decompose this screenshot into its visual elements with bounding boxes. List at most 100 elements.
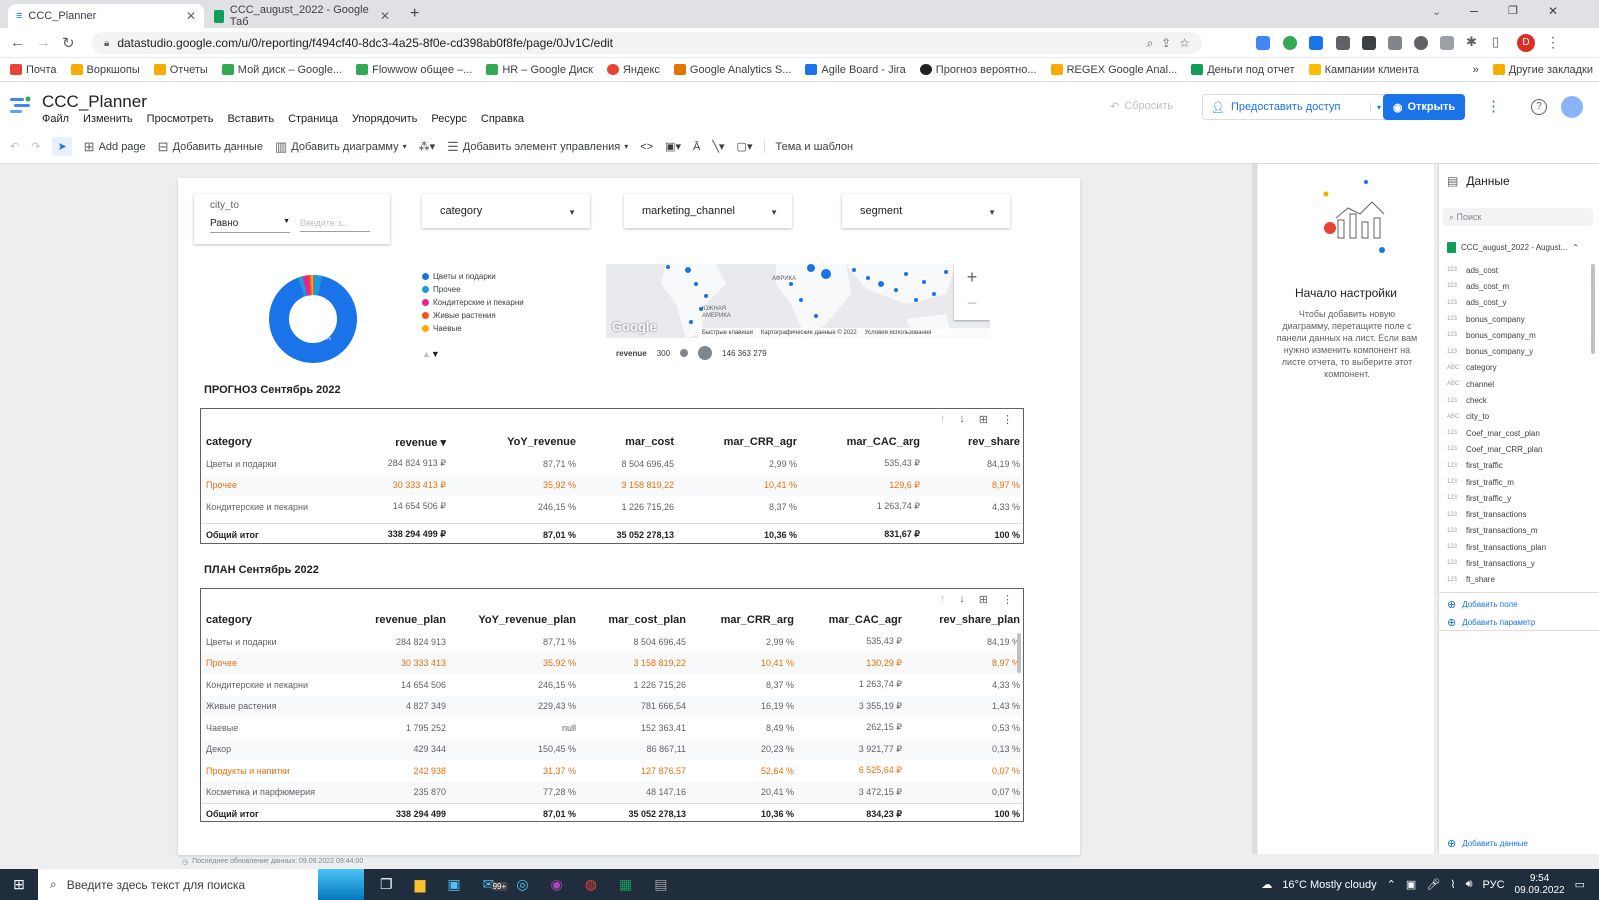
drill-down-icon[interactable]: ⊞ <box>979 413 988 426</box>
add-control-button[interactable]: ☰ Добавить элемент управления ▾ <box>447 139 628 155</box>
extension-icon[interactable] <box>1388 36 1402 50</box>
city-value-input[interactable]: Введите з... <box>300 218 370 232</box>
extension-icon[interactable] <box>1309 36 1323 50</box>
menu-insert[interactable]: Вставить <box>227 113 274 125</box>
table-row[interactable]: Прочее 30 333 413 35,92 % 3 158 819,22 10,41… <box>201 652 1023 674</box>
column-header[interactable]: mar_CAC_agr <box>799 609 907 631</box>
arrow-up-icon[interactable]: ↑ <box>940 413 946 426</box>
account-avatar[interactable] <box>1561 96 1583 118</box>
data-source-row[interactable]: CCC_august_2022 - August... ⌃ <box>1447 242 1579 253</box>
data-field-item[interactable]: 123 bonus_company <box>1439 311 1589 327</box>
view-button[interactable]: ◉ Открыть <box>1383 94 1465 120</box>
extension-icon[interactable] <box>1362 36 1376 50</box>
drill-down-icon[interactable]: ⊞ <box>979 593 988 606</box>
column-header[interactable]: mar_CRR_arg <box>691 609 799 631</box>
theme-button[interactable]: Тема и шаблон <box>764 140 853 153</box>
column-header[interactable]: mar_CRR_agr <box>679 431 802 453</box>
menu-file[interactable]: Файл <box>42 113 69 125</box>
data-field-item[interactable]: 123 bonus_company_y <box>1439 343 1589 359</box>
other-bookmarks[interactable]: Другие закладки <box>1492 64 1593 76</box>
table-row[interactable]: Цветы и подарки 284 824 913 87,71 % 8 504 6… <box>201 631 1023 653</box>
bookmark-item[interactable]: REGEX Google Anal... <box>1050 64 1177 76</box>
data-field-item[interactable]: ABC category <box>1439 360 1589 376</box>
column-header[interactable]: YoY_revenue <box>451 431 581 453</box>
keyboard-shortcuts-link[interactable]: Быстрые клавиши <box>702 328 753 338</box>
menu-help[interactable]: Справка <box>481 113 524 125</box>
forward-icon[interactable]: → <box>36 34 51 51</box>
zoom-icon[interactable]: ⌕ <box>1146 36 1153 51</box>
share-page-icon[interactable]: ⇪ <box>1161 36 1171 50</box>
data-field-item[interactable]: 123 first_traffic_y <box>1439 490 1589 506</box>
volume-icon[interactable]: 🔊︎ <box>1466 878 1473 891</box>
bookmark-item[interactable]: Деньги под отчет <box>1191 64 1295 76</box>
more-bookmarks-icon[interactable]: » <box>1473 64 1479 76</box>
community-viz-icon[interactable]: ⁂▾ <box>419 140 436 153</box>
legend-pager-icon[interactable]: ▲▼ <box>422 349 440 359</box>
store-icon[interactable]: ▣ <box>447 876 460 893</box>
zoom-out-icon[interactable]: − <box>954 290 990 316</box>
embed-code-icon[interactable]: <> <box>640 141 653 153</box>
bookmark-item[interactable]: Flowwow общее –... <box>356 64 472 76</box>
panel-scrollbar[interactable] <box>1252 164 1257 854</box>
add-page-button[interactable]: ⊞ Add page <box>84 139 146 155</box>
data-field-item[interactable]: 123 first_transactions <box>1439 506 1589 522</box>
restore-icon[interactable]: ❐ <box>1508 4 1518 17</box>
column-header[interactable]: category <box>201 609 351 631</box>
extension-icon[interactable] <box>1336 36 1350 50</box>
calculator-icon[interactable]: ▤ <box>654 876 667 893</box>
add-field-button[interactable]: ⊕ Добавить поле <box>1447 598 1518 611</box>
terms-link[interactable]: Условия использования <box>865 328 932 338</box>
zoom-in-icon[interactable]: + <box>954 264 990 290</box>
table-row[interactable]: Прочее 30 333 413 ₽35,92 % 3 158 819,22 10,… <box>201 474 1023 496</box>
notifications-icon[interactable]: ▭ <box>1575 878 1585 891</box>
new-tab-icon[interactable]: + <box>410 5 419 23</box>
column-header[interactable]: revenue ▾ <box>351 431 451 453</box>
profile-avatar[interactable]: D <box>1517 34 1535 52</box>
url-input[interactable]: 🔒︎ datastudio.google.com/u/0/reporting/f… <box>92 32 1202 54</box>
tab-search-icon[interactable]: ⌄ <box>1432 5 1441 18</box>
shape-icon[interactable]: ▢▾ <box>737 140 753 153</box>
bookmark-item[interactable]: Отчеты <box>153 64 208 76</box>
tray-chevron-icon[interactable]: ⌃ <box>1387 878 1396 891</box>
taskbar-search-input[interactable]: ⌕ Введите здесь текст для поиска <box>38 869 318 900</box>
more-options-icon[interactable]: ⋮ <box>1002 593 1013 606</box>
more-options-icon[interactable]: ⋮ <box>1002 413 1013 426</box>
language-indicator[interactable]: РУС <box>1483 879 1505 891</box>
legend-item[interactable]: Живые растения <box>422 311 524 320</box>
reset-button[interactable]: ↶ Сбросить <box>1110 100 1173 113</box>
menu-view[interactable]: Просмотреть <box>147 113 214 125</box>
side-panel-icon[interactable]: ▯ <box>1492 34 1499 50</box>
weather-text[interactable]: 16°C Mostly cloudy <box>1282 879 1376 891</box>
data-field-item[interactable]: 123 bonus_company_m <box>1439 327 1589 343</box>
arrow-up-icon[interactable]: ↑ <box>940 593 946 606</box>
undo-icon[interactable]: ↶ <box>10 140 19 153</box>
data-field-item[interactable]: 123 Coef_mar_CRR_plan <box>1439 441 1589 457</box>
extensions-puzzle-icon[interactable]: ✱ <box>1466 34 1477 50</box>
close-tab-icon[interactable]: ✕ <box>186 9 196 23</box>
data-field-item[interactable]: 123 first_traffic_m <box>1439 474 1589 490</box>
bookmark-item[interactable]: Google Analytics S... <box>673 64 791 76</box>
table-scrollbar[interactable] <box>1017 633 1021 673</box>
legend-item[interactable]: Цветы и подарки <box>422 272 524 281</box>
column-header[interactable]: YoY_revenue_plan <box>451 609 581 631</box>
field-list-scrollbar[interactable] <box>1591 264 1595 354</box>
menu-edit[interactable]: Изменить <box>83 113 133 125</box>
data-field-item[interactable]: 123 ft_share <box>1439 572 1589 588</box>
extension-translate-icon[interactable] <box>1256 36 1270 50</box>
chrome-icon[interactable]: ◍ <box>585 876 597 893</box>
line-icon[interactable]: ╲▾ <box>712 140 724 153</box>
looker-studio-logo-icon[interactable] <box>10 96 32 116</box>
minimize-icon[interactable]: – <box>1470 2 1478 18</box>
collapse-icon[interactable]: ⌃ <box>1572 243 1579 252</box>
data-field-item[interactable]: 123 first_transactions_y <box>1439 555 1589 571</box>
share-button[interactable]: 👤︎ Предоставить доступ ▾ <box>1202 94 1388 120</box>
close-tab-icon[interactable]: ✕ <box>380 9 390 23</box>
marketing-channel-filter-control[interactable]: marketing_channel ▼ <box>624 194 792 228</box>
column-header[interactable]: mar_cost <box>581 431 679 453</box>
menu-page[interactable]: Страница <box>288 113 338 125</box>
bookmark-item[interactable]: HR – Google Диск <box>486 64 593 76</box>
bookmark-item[interactable]: Воркшопы <box>70 64 140 76</box>
column-header[interactable]: rev_share <box>925 431 1023 453</box>
table-row[interactable]: Кондитерские и пекарни 14 654 506 ₽ 246,15… <box>201 496 1023 518</box>
plan-table[interactable]: ↑ ↓ ⊞ ⋮ category revenue_plan YoY_revenue_pla… <box>200 588 1024 822</box>
